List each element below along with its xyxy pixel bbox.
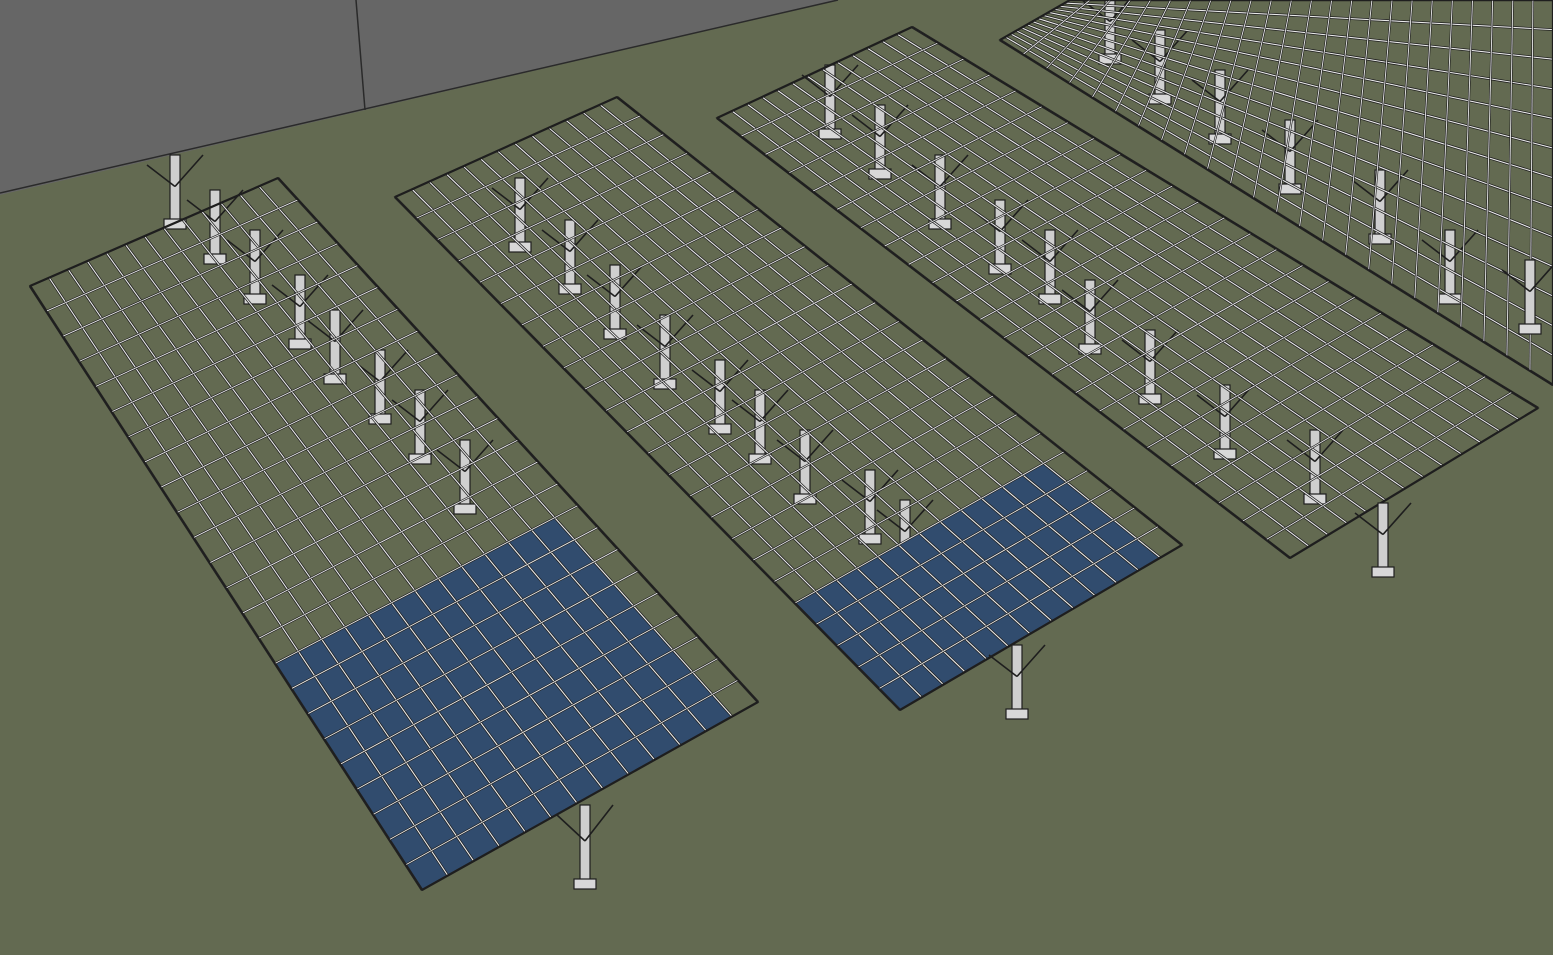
frame-cross-rail-highlight: [710, 376, 971, 519]
frame-cross-rail-highlight: [160, 352, 439, 488]
support-column[interactable]: [1377, 502, 1389, 574]
frame-cross-rail-highlight: [209, 417, 499, 564]
frame-cross-rail-highlight: [764, 58, 965, 156]
frame-cross-rail-highlight: [647, 320, 900, 454]
array-3[interactable]: [715, 25, 1540, 578]
frame-cross-rail-highlight: [95, 264, 359, 388]
frame-cross-rail-highlight: [740, 42, 939, 137]
support-column[interactable]: [579, 804, 591, 886]
support-column[interactable]: [514, 177, 526, 249]
column-footing: [1005, 708, 1029, 720]
column-footing: [573, 878, 597, 890]
array-1[interactable]: [28, 154, 760, 892]
support-column[interactable]: [714, 359, 726, 431]
support-column[interactable]: [609, 264, 621, 336]
support-column[interactable]: [1524, 259, 1536, 331]
frame-cross-rail-highlight: [127, 308, 399, 438]
frame-cross-rail-highlight: [521, 208, 759, 326]
3d-viewport[interactable]: [0, 0, 1553, 955]
array-4[interactable]: [998, 0, 1553, 387]
frame-cross-rail-highlight: [788, 74, 991, 174]
frame-cross-rail-highlight: [563, 245, 806, 369]
frame-cross-rail-highlight: [605, 283, 853, 412]
support-column[interactable]: [1219, 384, 1231, 456]
support-column[interactable]: [169, 154, 181, 226]
column-footing: [1518, 323, 1542, 335]
support-column[interactable]: [564, 219, 576, 291]
column-footing: [1371, 566, 1395, 578]
support-column[interactable]: [1444, 229, 1456, 301]
support-column[interactable]: [1309, 429, 1321, 501]
support-column[interactable]: [1144, 329, 1156, 401]
frame-cross-rail-highlight: [812, 90, 1017, 192]
frame-cross-rail-highlight: [584, 264, 830, 390]
solar-carport-scene[interactable]: [0, 0, 1553, 955]
column-footing: [453, 503, 477, 515]
column-footing: [408, 453, 432, 465]
support-column[interactable]: [1011, 644, 1023, 716]
